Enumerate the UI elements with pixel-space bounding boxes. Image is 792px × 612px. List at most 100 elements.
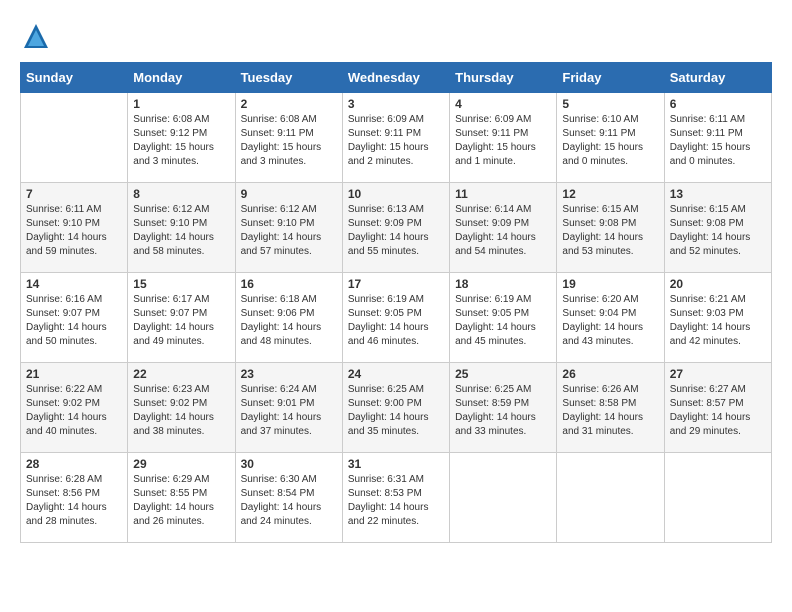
calendar-cell: 1Sunrise: 6:08 AMSunset: 9:12 PMDaylight… <box>128 93 235 183</box>
day-number: 17 <box>348 277 444 291</box>
day-number: 10 <box>348 187 444 201</box>
column-header-thursday: Thursday <box>450 63 557 93</box>
calendar-cell: 23Sunrise: 6:24 AMSunset: 9:01 PMDayligh… <box>235 363 342 453</box>
week-row-2: 7 Sunrise: 6:11 AMSunset: 9:10 PMDaylight… <box>21 183 772 273</box>
calendar-cell: 19Sunrise: 6:20 AMSunset: 9:04 PMDayligh… <box>557 273 664 363</box>
cell-content: Sunrise: 6:21 AMSunset: 9:03 PMDaylight:… <box>670 293 766 349</box>
page-header <box>20 20 772 52</box>
day-number: 6 <box>670 97 766 111</box>
cell-content: Sunrise: 6:08 AMSunset: 9:11 PMDaylight:… <box>241 113 337 169</box>
day-number: 19 <box>562 277 658 291</box>
calendar-cell: 18 Sunrise: 6:19 AMSunset: 9:05 PMDayligh… <box>450 273 557 363</box>
calendar-cell: 28 Sunrise: 6:28 AMSunset: 8:56 PMDayligh… <box>21 453 128 543</box>
calendar-cell: 31 Sunrise: 6:31 AMSunset: 8:53 PMDayligh… <box>342 453 449 543</box>
day-number: 20 <box>670 277 766 291</box>
cell-content: Sunrise: 6:18 AMSunset: 9:06 PMDaylight:… <box>241 293 337 349</box>
calendar-cell: 27 Sunrise: 6:27 AMSunset: 8:57 PMDayligh… <box>664 363 771 453</box>
cell-content: Sunrise: 6:27 AMSunset: 8:57 PMDaylight:… <box>670 383 766 439</box>
column-header-tuesday: Tuesday <box>235 63 342 93</box>
day-number: 13 <box>670 187 766 201</box>
calendar-cell: 17 Sunrise: 6:19 AMSunset: 9:05 PMDayligh… <box>342 273 449 363</box>
calendar-cell <box>450 453 557 543</box>
cell-content: Sunrise: 6:14 AMSunset: 9:09 PMDaylight:… <box>455 203 551 259</box>
cell-content: Sunrise: 6:26 AMSunset: 8:58 PMDaylight:… <box>562 383 658 439</box>
cell-content: Sunrise: 6:12 AMSunset: 9:10 PMDaylight:… <box>133 203 229 259</box>
column-header-wednesday: Wednesday <box>342 63 449 93</box>
day-number: 27 <box>670 367 766 381</box>
cell-content: Sunrise: 6:11 AMSunset: 9:10 PMDaylight:… <box>26 203 122 259</box>
day-number: 2 <box>241 97 337 111</box>
cell-content: Sunrise: 6:23 AMSunset: 9:02 PMDaylight:… <box>133 383 229 439</box>
cell-content: Sunrise: 6:25 AMSunset: 9:00 PMDaylight:… <box>348 383 444 439</box>
calendar-cell: 8Sunrise: 6:12 AMSunset: 9:10 PMDaylight… <box>128 183 235 273</box>
cell-content: Sunrise: 6:19 AMSunset: 9:05 PMDaylight:… <box>348 293 444 349</box>
calendar-cell: 9 Sunrise: 6:12 AMSunset: 9:10 PMDaylight… <box>235 183 342 273</box>
day-number: 22 <box>133 367 229 381</box>
calendar-cell: 15 Sunrise: 6:17 AMSunset: 9:07 PMDayligh… <box>128 273 235 363</box>
calendar-cell <box>21 93 128 183</box>
cell-content: Sunrise: 6:13 AMSunset: 9:09 PMDaylight:… <box>348 203 444 259</box>
cell-content: Sunrise: 6:12 AMSunset: 9:10 PMDaylight:… <box>241 203 337 259</box>
day-number: 23 <box>241 367 337 381</box>
week-row-3: 14 Sunrise: 6:16 AMSunset: 9:07 PMDayligh… <box>21 273 772 363</box>
cell-content: Sunrise: 6:31 AMSunset: 8:53 PMDaylight:… <box>348 473 444 529</box>
day-number: 3 <box>348 97 444 111</box>
cell-content: Sunrise: 6:29 AMSunset: 8:55 PMDaylight:… <box>133 473 229 529</box>
day-number: 21 <box>26 367 122 381</box>
cell-content: Sunrise: 6:30 AMSunset: 8:54 PMDaylight:… <box>241 473 337 529</box>
calendar-cell: 10 Sunrise: 6:13 AMSunset: 9:09 PMDayligh… <box>342 183 449 273</box>
calendar-cell: 30 Sunrise: 6:30 AMSunset: 8:54 PMDayligh… <box>235 453 342 543</box>
day-number: 15 <box>133 277 229 291</box>
cell-content: Sunrise: 6:10 AMSunset: 9:11 PMDaylight:… <box>562 113 658 169</box>
day-number: 30 <box>241 457 337 471</box>
cell-content: Sunrise: 6:25 AMSunset: 8:59 PMDaylight:… <box>455 383 551 439</box>
cell-content: Sunrise: 6:19 AMSunset: 9:05 PMDaylight:… <box>455 293 551 349</box>
calendar-cell: 2 Sunrise: 6:08 AMSunset: 9:11 PMDaylight… <box>235 93 342 183</box>
column-header-saturday: Saturday <box>664 63 771 93</box>
calendar-cell: 13 Sunrise: 6:15 AMSunset: 9:08 PMDayligh… <box>664 183 771 273</box>
column-header-sunday: Sunday <box>21 63 128 93</box>
cell-content: Sunrise: 6:09 AMSunset: 9:11 PMDaylight:… <box>348 113 444 169</box>
calendar-cell: 5 Sunrise: 6:10 AMSunset: 9:11 PMDaylight… <box>557 93 664 183</box>
column-header-monday: Monday <box>128 63 235 93</box>
day-number: 7 <box>26 187 122 201</box>
calendar-cell: 21 Sunrise: 6:22 AMSunset: 9:02 PMDayligh… <box>21 363 128 453</box>
day-number: 25 <box>455 367 551 381</box>
week-row-4: 21 Sunrise: 6:22 AMSunset: 9:02 PMDayligh… <box>21 363 772 453</box>
calendar-cell: 16Sunrise: 6:18 AMSunset: 9:06 PMDayligh… <box>235 273 342 363</box>
calendar-cell: 4Sunrise: 6:09 AMSunset: 9:11 PMDaylight… <box>450 93 557 183</box>
cell-content: Sunrise: 6:28 AMSunset: 8:56 PMDaylight:… <box>26 473 122 529</box>
cell-content: Sunrise: 6:15 AMSunset: 9:08 PMDaylight:… <box>670 203 766 259</box>
day-number: 31 <box>348 457 444 471</box>
day-number: 1 <box>133 97 229 111</box>
cell-content: Sunrise: 6:15 AMSunset: 9:08 PMDaylight:… <box>562 203 658 259</box>
cell-content: Sunrise: 6:17 AMSunset: 9:07 PMDaylight:… <box>133 293 229 349</box>
day-number: 18 <box>455 277 551 291</box>
day-number: 24 <box>348 367 444 381</box>
calendar-cell: 7 Sunrise: 6:11 AMSunset: 9:10 PMDaylight… <box>21 183 128 273</box>
calendar-table: SundayMondayTuesdayWednesdayThursdayFrid… <box>20 62 772 543</box>
day-number: 14 <box>26 277 122 291</box>
calendar-cell: 29Sunrise: 6:29 AMSunset: 8:55 PMDayligh… <box>128 453 235 543</box>
calendar-cell: 12 Sunrise: 6:15 AMSunset: 9:08 PMDayligh… <box>557 183 664 273</box>
calendar-cell: 14 Sunrise: 6:16 AMSunset: 9:07 PMDayligh… <box>21 273 128 363</box>
day-number: 5 <box>562 97 658 111</box>
calendar-cell: 24 Sunrise: 6:25 AMSunset: 9:00 PMDayligh… <box>342 363 449 453</box>
day-number: 9 <box>241 187 337 201</box>
day-number: 12 <box>562 187 658 201</box>
cell-content: Sunrise: 6:22 AMSunset: 9:02 PMDaylight:… <box>26 383 122 439</box>
day-number: 28 <box>26 457 122 471</box>
logo-icon <box>20 20 52 52</box>
calendar-cell: 3 Sunrise: 6:09 AMSunset: 9:11 PMDaylight… <box>342 93 449 183</box>
logo <box>20 20 56 52</box>
cell-content: Sunrise: 6:16 AMSunset: 9:07 PMDaylight:… <box>26 293 122 349</box>
calendar-cell: 20 Sunrise: 6:21 AMSunset: 9:03 PMDayligh… <box>664 273 771 363</box>
calendar-cell: 26Sunrise: 6:26 AMSunset: 8:58 PMDayligh… <box>557 363 664 453</box>
calendar-cell <box>557 453 664 543</box>
column-header-friday: Friday <box>557 63 664 93</box>
cell-content: Sunrise: 6:09 AMSunset: 9:11 PMDaylight:… <box>455 113 551 169</box>
cell-content: Sunrise: 6:11 AMSunset: 9:11 PMDaylight:… <box>670 113 766 169</box>
calendar-cell: 11Sunrise: 6:14 AMSunset: 9:09 PMDayligh… <box>450 183 557 273</box>
week-row-5: 28 Sunrise: 6:28 AMSunset: 8:56 PMDayligh… <box>21 453 772 543</box>
week-row-1: 1Sunrise: 6:08 AMSunset: 9:12 PMDaylight… <box>21 93 772 183</box>
